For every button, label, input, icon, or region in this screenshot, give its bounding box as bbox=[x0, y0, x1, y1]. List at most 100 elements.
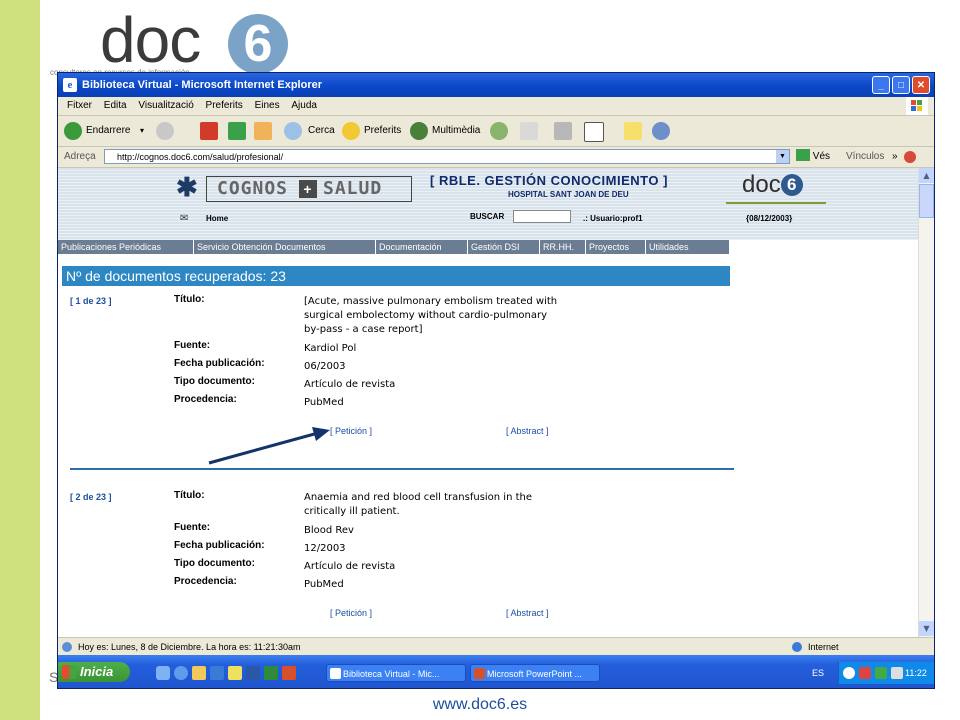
site-header: ✱ COGNOS + SALUD [ RBLE. GESTIÓN CONOCIM… bbox=[58, 168, 918, 240]
record-fuente: Blood Rev bbox=[304, 525, 354, 536]
record-number: [ 1 de 23 ] bbox=[70, 296, 112, 306]
minimize-button[interactable]: _ bbox=[872, 76, 890, 94]
go-button[interactable]: Vés bbox=[796, 147, 836, 167]
links-chevron-icon[interactable]: » bbox=[892, 147, 898, 167]
back-dropdown-icon: ▾ bbox=[140, 126, 145, 135]
notes-icon[interactable] bbox=[624, 122, 642, 140]
links-label[interactable]: Vínculos bbox=[846, 147, 884, 167]
quicklaunch-icon[interactable] bbox=[156, 666, 170, 680]
favorites-button[interactable]: Preferits bbox=[342, 116, 404, 146]
forward-button[interactable] bbox=[156, 116, 186, 146]
task-powerpoint[interactable]: Microsoft PowerPoint ... bbox=[470, 664, 600, 682]
titulo-label: Título: bbox=[174, 294, 205, 305]
home-link[interactable]: Home bbox=[206, 214, 228, 224]
menu-visualitzacio[interactable]: Visualització bbox=[138, 97, 193, 115]
menu-edita[interactable]: Edita bbox=[104, 97, 127, 115]
address-dropdown-icon[interactable]: ▼ bbox=[776, 150, 789, 163]
window-titlebar[interactable]: e Biblioteca Virtual - Microsoft Interne… bbox=[58, 73, 934, 97]
nav-gestion-dsi[interactable]: Gestión DSI bbox=[468, 240, 540, 254]
home-icon[interactable] bbox=[254, 122, 272, 140]
tipo-label: Tipo documento: bbox=[174, 558, 255, 569]
word-edit-icon[interactable] bbox=[584, 122, 604, 142]
tray-expand-icon[interactable] bbox=[843, 667, 855, 679]
search-button[interactable]: Cerca bbox=[284, 116, 335, 146]
peticion-link[interactable]: [ Petición ] bbox=[330, 608, 372, 618]
buscar-label: BUSCAR bbox=[470, 212, 505, 221]
close-button[interactable]: ✕ bbox=[912, 76, 930, 94]
site-title: [ RBLE. GESTIÓN CONOCIMIENTO ] bbox=[430, 173, 668, 188]
status-zone: Internet bbox=[808, 642, 839, 652]
fuente-label: Fuente: bbox=[174, 340, 211, 351]
menu-ajuda[interactable]: Ajuda bbox=[291, 97, 317, 115]
nav-publicaciones[interactable]: Publicaciones Periódicas bbox=[58, 240, 194, 254]
abstract-link[interactable]: [ Abstract ] bbox=[506, 426, 549, 436]
vertical-scrollbar[interactable]: ▲ ▼ bbox=[918, 168, 934, 637]
results-count-header: Nº de documentos recuperados: 23 bbox=[62, 266, 730, 286]
record-tipo: Artículo de revista bbox=[304, 561, 396, 572]
tray-icon[interactable] bbox=[859, 667, 871, 679]
asterisk-icon: ✱ bbox=[176, 172, 198, 202]
start-button[interactable]: Inicia bbox=[58, 662, 130, 682]
envelope-icon[interactable]: ✉ bbox=[180, 213, 188, 224]
site-nav: Publicaciones Periódicas Servicio Obtenc… bbox=[58, 240, 730, 254]
volume-icon[interactable] bbox=[891, 667, 903, 679]
language-indicator[interactable]: ES bbox=[812, 664, 824, 682]
scroll-up-icon[interactable]: ▲ bbox=[919, 168, 934, 183]
clock[interactable]: 11:22 bbox=[905, 662, 927, 684]
tray-icon[interactable] bbox=[875, 667, 887, 679]
stop-icon[interactable] bbox=[200, 122, 218, 140]
record-fecha: 12/2003 bbox=[304, 543, 346, 554]
tipo-label: Tipo documento: bbox=[174, 376, 255, 387]
ie-quicklaunch-icon[interactable] bbox=[174, 666, 188, 680]
titulo-label: Título: bbox=[174, 490, 205, 501]
maximize-button[interactable]: □ bbox=[892, 76, 910, 94]
folder-icon[interactable] bbox=[192, 666, 206, 680]
excel-icon[interactable] bbox=[264, 666, 278, 680]
powerpoint-icon[interactable] bbox=[282, 666, 296, 680]
abstract-link[interactable]: [ Abstract ] bbox=[506, 608, 549, 618]
doc6-brand: doc 6 bbox=[742, 172, 803, 198]
record-procedencia: PubMed bbox=[304, 397, 344, 408]
logo-digit: 6 bbox=[228, 14, 288, 74]
record-title-line: critically ill patient. bbox=[304, 506, 400, 517]
menu-eines[interactable]: Eines bbox=[255, 97, 280, 115]
scroll-thumb[interactable] bbox=[919, 184, 934, 218]
history-icon[interactable] bbox=[490, 122, 508, 140]
toolbar-extra-icon[interactable] bbox=[904, 151, 916, 163]
messenger-icon[interactable] bbox=[652, 122, 670, 140]
word-icon[interactable] bbox=[246, 666, 260, 680]
task-biblioteca-virtual[interactable]: Biblioteca Virtual - Mic... bbox=[326, 664, 466, 682]
mail-icon[interactable] bbox=[520, 122, 538, 140]
back-arrow-icon bbox=[64, 122, 82, 140]
nav-rrhh[interactable]: RR.HH. bbox=[540, 240, 586, 254]
nav-servicio-obtencion[interactable]: Servicio Obtención Documentos bbox=[194, 240, 376, 254]
record-title-line: [Acute, massive pulmonary embolism treat… bbox=[304, 296, 558, 307]
app-icon[interactable] bbox=[228, 666, 242, 680]
system-tray: 11:22 bbox=[838, 662, 934, 684]
peticion-link[interactable]: [ Petición ] bbox=[330, 426, 372, 436]
logo-text: doc bbox=[100, 4, 201, 76]
menu-preferits[interactable]: Preferits bbox=[206, 97, 243, 115]
desktop-icon[interactable] bbox=[210, 666, 224, 680]
nav-proyectos[interactable]: Proyectos bbox=[586, 240, 646, 254]
ie-icon: e bbox=[63, 78, 77, 92]
page-viewport: ✱ COGNOS + SALUD [ RBLE. GESTIÓN CONOCIM… bbox=[58, 168, 918, 637]
scroll-down-icon[interactable]: ▼ bbox=[919, 621, 934, 636]
multimedia-icon bbox=[410, 122, 428, 140]
refresh-icon[interactable] bbox=[228, 122, 246, 140]
multimedia-button[interactable]: Multimèdia bbox=[410, 116, 484, 146]
record-title-line: surgical embolectomy without cardio-pulm… bbox=[304, 310, 548, 321]
status-text: Hoy es: Lunes, 8 de Diciembre. La hora e… bbox=[78, 642, 301, 652]
buscar-input[interactable] bbox=[513, 210, 571, 223]
address-input[interactable]: http://cognos.doc6.com/salud/profesional… bbox=[104, 149, 790, 164]
menu-fitxer[interactable]: Fitxer bbox=[67, 97, 92, 115]
footer-url[interactable]: www.doc6.es bbox=[0, 696, 960, 714]
print-icon[interactable] bbox=[554, 122, 572, 140]
record-fuente: Kardiol Pol bbox=[304, 343, 357, 354]
slide-green-bar bbox=[0, 0, 40, 720]
search-icon bbox=[284, 122, 302, 140]
nav-utilidades[interactable]: Utilidades bbox=[646, 240, 730, 254]
nav-documentacion[interactable]: Documentación bbox=[376, 240, 468, 254]
procedencia-label: Procedencia: bbox=[174, 576, 237, 587]
back-button[interactable]: Endarrere ▾ bbox=[64, 116, 150, 146]
